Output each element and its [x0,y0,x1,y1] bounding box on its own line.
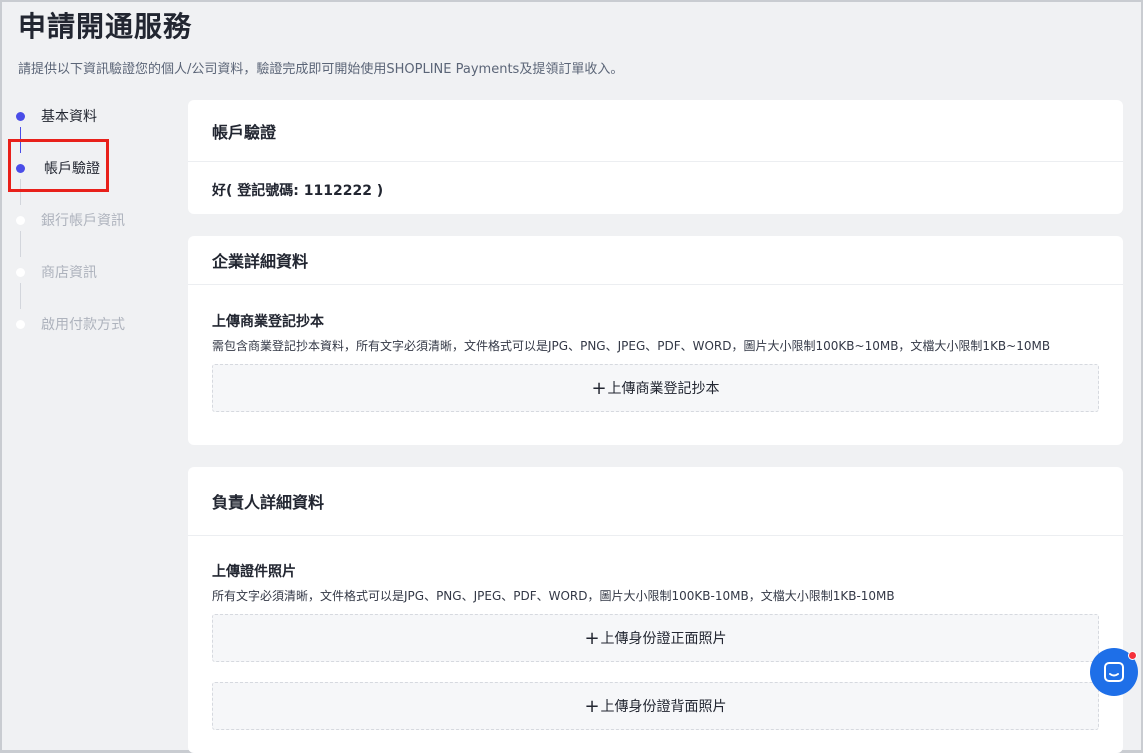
step-dot [16,215,25,225]
step-label: 啟用付款方式 [41,317,125,333]
page-subtitle: 請提供以下資訊驗證您的個人/公司資料，驗證完成即可開始使用SHOPLINE Pa… [18,62,624,77]
upload-business-registration-button[interactable]: + 上傳商業登記抄本 [212,364,1099,412]
chat-launcher-button[interactable] [1090,648,1138,696]
card-title: 企業詳細資料 [188,236,1123,285]
step-dot [16,111,25,121]
upload-label: 上傳身份證正面照片 [600,631,727,647]
upload-id-front-button[interactable]: + 上傳身份證正面照片 [212,614,1099,662]
step-connector [20,283,21,309]
upload-id-back-button[interactable]: + 上傳身份證背面照片 [212,682,1099,730]
step-bank-account[interactable]: 銀行帳戶資訊 [0,204,160,236]
plus-icon: + [584,627,600,649]
step-dot [16,319,25,329]
card-title: 帳戶驗證 [188,100,1123,162]
step-payment-methods[interactable]: 啟用付款方式 [0,308,160,340]
field-hint: 需包含商業登記抄本資料，所有文字必須清晰，文件格式可以是JPG、PNG、JPEG… [212,339,1051,353]
notification-badge [1128,651,1137,660]
step-basic-info[interactable]: 基本資料 [0,100,160,132]
field-hint: 所有文字必須清晰，文件格式可以是JPG、PNG、JPEG、PDF、WORD，圖片… [212,589,895,603]
chat-bubble-icon [1104,662,1124,682]
registration-value: 好( 登記號碼: 1112222 ) [212,183,384,199]
company-details-card: 企業詳細資料 上傳商業登記抄本 需包含商業登記抄本資料，所有文字必須清晰，文件格… [188,236,1123,445]
step-label: 基本資料 [41,109,97,125]
page-title: 申請開通服務 [18,10,193,43]
step-store-info[interactable]: 商店資訊 [0,256,160,288]
plus-icon: + [584,695,600,717]
upload-label: 上傳身份證背面照片 [600,699,727,715]
plus-icon: + [591,377,607,399]
step-connector [20,231,21,257]
field-title: 上傳證件照片 [212,564,296,580]
owner-details-card: 負責人詳細資料 上傳證件照片 所有文字必須清晰，文件格式可以是JPG、PNG、J… [188,467,1123,753]
step-label: 商店資訊 [41,265,97,281]
step-dot [16,267,25,277]
card-title: 負責人詳細資料 [188,467,1123,536]
account-verification-card: 帳戶驗證 好( 登記號碼: 1112222 ) [188,100,1123,214]
step-label: 銀行帳戶資訊 [41,213,125,229]
annotation-highlight-box [8,139,109,192]
upload-label: 上傳商業登記抄本 [607,381,720,397]
field-title: 上傳商業登記抄本 [212,314,324,330]
